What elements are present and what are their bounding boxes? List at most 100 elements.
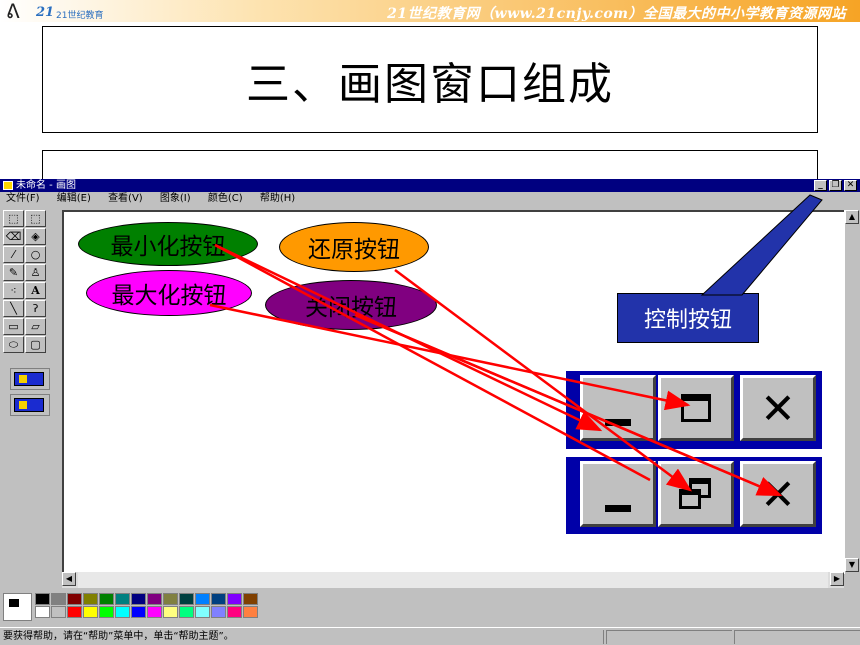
current-colors <box>3 593 32 621</box>
minimize-icon: _ <box>818 180 823 190</box>
tool-rectangle[interactable]: ▭ <box>3 318 24 335</box>
menu-help[interactable]: 帮助(H) <box>260 193 295 204</box>
menu-colors[interactable]: 颜色(C) <box>208 193 243 204</box>
color-swatch[interactable] <box>131 593 146 605</box>
maximize-icon <box>661 378 731 438</box>
restore-button[interactable]: ❐ <box>829 180 842 191</box>
callout-minimize: 最小化按钮 <box>78 222 258 266</box>
color-swatch[interactable] <box>35 593 50 605</box>
slide-title-box: 三、画图窗口组成 <box>42 26 818 133</box>
tool-ellipse[interactable]: ⬭ <box>3 336 24 353</box>
color-swatch[interactable] <box>179 606 194 618</box>
tool-rect-select[interactable]: ⬚ <box>25 210 46 227</box>
scroll-left-icon[interactable]: ◀ <box>62 572 76 586</box>
transparent-option-icon <box>14 398 44 412</box>
zoomed-close-button-2: ✕ <box>740 461 816 527</box>
paint-app-icon[interactable] <box>3 181 13 190</box>
color-swatch[interactable] <box>131 606 146 618</box>
color-swatch[interactable] <box>163 606 178 618</box>
menu-view[interactable]: 查看(V) <box>108 193 143 204</box>
airbrush-icon: ⁖ <box>10 284 17 297</box>
scroll-down-icon[interactable]: ▼ <box>845 558 859 572</box>
horizontal-scroll-track[interactable] <box>78 572 828 588</box>
tool-option-opaque[interactable] <box>10 368 50 390</box>
zoomed-maximize-button <box>658 375 734 441</box>
menu-image[interactable]: 图象(I) <box>160 193 191 204</box>
callout-close: 关闭按钮 <box>265 280 437 330</box>
tool-free-select[interactable]: ⬚ <box>3 210 24 227</box>
color-swatch[interactable] <box>83 593 98 605</box>
tool-pencil[interactable]: ✎ <box>3 264 24 281</box>
tool-magnifier[interactable]: ○ <box>25 246 46 263</box>
window-titlebar: 未命名 - 画图 _ ❐ ✕ <box>0 179 860 192</box>
zoomed-divider <box>566 449 822 457</box>
color-swatch[interactable] <box>195 606 210 618</box>
callout-restore: 还原按钮 <box>279 222 429 272</box>
window-title: 未命名 - 画图 <box>16 180 76 191</box>
vertical-scrollbar[interactable]: ▲ ▼ <box>844 210 860 574</box>
scroll-right-icon[interactable]: ▶ <box>830 572 844 586</box>
callout-close-label: 关闭按钮 <box>305 295 397 321</box>
tool-airbrush[interactable]: ⁖ <box>3 282 24 299</box>
zoomed-minimize-button <box>580 375 656 441</box>
tool-polygon[interactable]: ▱ <box>25 318 46 335</box>
horizontal-scrollbar[interactable]: ◀ ▶ <box>62 572 844 588</box>
callout-control: 控制按钮 <box>617 293 759 343</box>
status-size <box>734 630 860 644</box>
pencil-icon: ✎ <box>8 266 19 279</box>
color-swatch[interactable] <box>67 593 82 605</box>
scroll-up-icon[interactable]: ▲ <box>845 210 859 224</box>
restore-icon <box>661 464 731 524</box>
minimize-icon <box>583 464 653 524</box>
color-swatch[interactable] <box>51 606 66 618</box>
site-banner: ᕕ 21 21世纪教育 21世纪教育网（www.21cnjy.com）全国最大的… <box>0 0 860 22</box>
close-button[interactable]: ✕ <box>844 180 857 191</box>
tool-curve[interactable]: ʔ <box>25 300 46 317</box>
runner-logo-icon: ᕕ <box>6 0 20 23</box>
site-logo: ᕕ 21 21世纪教育 <box>4 0 154 22</box>
color-swatch[interactable] <box>227 606 242 618</box>
color-swatch[interactable] <box>211 606 226 618</box>
tool-eyedropper[interactable]: ⁄ <box>3 246 24 263</box>
color-swatch[interactable] <box>147 593 162 605</box>
color-swatch[interactable] <box>163 593 178 605</box>
menu-edit[interactable]: 编辑(E) <box>57 193 91 204</box>
color-swatch[interactable] <box>147 606 162 618</box>
color-swatch[interactable] <box>99 593 114 605</box>
status-text: 要获得帮助，请在“帮助”菜单中，单击“帮助主题”。 <box>0 630 604 644</box>
tool-text[interactable]: A <box>25 282 46 299</box>
color-swatch[interactable] <box>195 593 210 605</box>
tool-eraser[interactable]: ⌫ <box>3 228 24 245</box>
tool-brush[interactable]: ♙ <box>25 264 46 281</box>
opaque-option-icon <box>14 372 44 386</box>
curve-icon: ʔ <box>32 302 39 315</box>
color-swatch[interactable] <box>115 593 130 605</box>
color-swatch[interactable] <box>227 593 242 605</box>
color-swatch[interactable] <box>51 593 66 605</box>
free-select-icon: ⬚ <box>8 212 19 225</box>
minimize-button[interactable]: _ <box>814 180 827 191</box>
tool-option-transparent[interactable] <box>10 394 50 416</box>
color-swatch[interactable] <box>83 606 98 618</box>
tool-fill[interactable]: ◈ <box>25 228 46 245</box>
slide-title: 三、画图窗口组成 <box>246 58 614 110</box>
callout-maximize-label: 最大化按钮 <box>111 283 227 309</box>
color-swatch[interactable] <box>67 606 82 618</box>
foreground-color <box>8 598 20 608</box>
color-swatch[interactable] <box>99 606 114 618</box>
color-swatch[interactable] <box>211 593 226 605</box>
tool-rounded-rect[interactable]: ▢ <box>25 336 46 353</box>
rounded-rect-icon: ▢ <box>30 338 41 351</box>
tool-line[interactable]: ╲ <box>3 300 24 317</box>
brush-icon: ♙ <box>30 266 41 279</box>
restore-icon: ❐ <box>831 180 840 190</box>
color-swatch[interactable] <box>243 606 258 618</box>
color-swatch[interactable] <box>35 606 50 618</box>
color-swatch[interactable] <box>179 593 194 605</box>
tool-box: ⬚ ⬚ ⌫ ◈ ⁄ ○ ✎ ♙ ⁖ A ╲ ʔ ▭ ▱ ⬭ ▢ <box>3 210 59 450</box>
color-swatch[interactable] <box>115 606 130 618</box>
fill-icon: ◈ <box>31 230 40 243</box>
callout-restore-label: 还原按钮 <box>308 237 400 263</box>
menu-file[interactable]: 文件(F) <box>6 193 40 204</box>
color-swatch[interactable] <box>243 593 258 605</box>
